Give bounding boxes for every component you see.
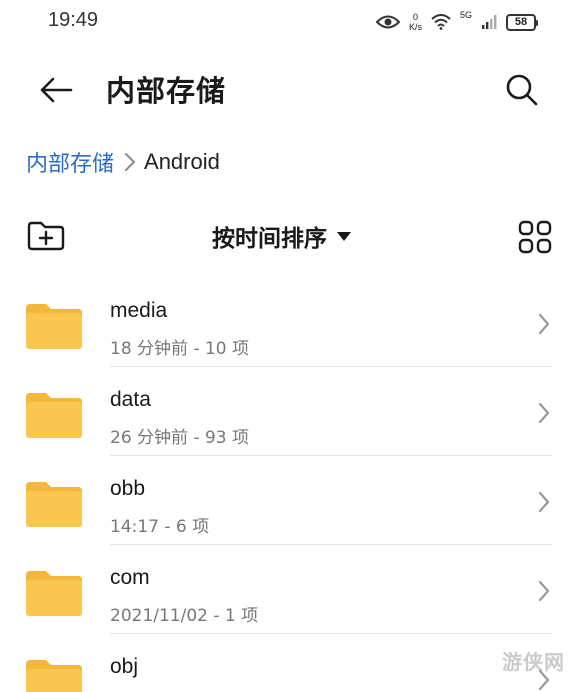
status-icons: 0 K/s 5G 58 bbox=[375, 10, 538, 34]
list-item[interactable]: media 18 分钟前 - 10 项 bbox=[0, 278, 580, 367]
folder-icon bbox=[26, 393, 82, 438]
breadcrumb-root[interactable]: 内部存储 bbox=[26, 146, 114, 178]
caret-down-icon bbox=[337, 231, 351, 241]
file-name: com bbox=[110, 566, 150, 589]
net-speed: 0 K/s bbox=[409, 12, 422, 32]
signal-icon bbox=[481, 14, 497, 30]
sort-label: 按时间排序 bbox=[212, 226, 327, 252]
file-name: media bbox=[110, 299, 168, 322]
status-bar: 19:49 0 K/s 5G 58 bbox=[0, 0, 580, 44]
grid-view-button[interactable] bbox=[518, 220, 552, 254]
battery-level: 58 bbox=[514, 16, 528, 28]
sort-dropdown[interactable]: 按时间排序 bbox=[212, 218, 351, 254]
chevron-right-icon bbox=[538, 402, 550, 424]
net-speed-value: 0 bbox=[412, 12, 418, 22]
title-bar: 内部存储 bbox=[0, 58, 580, 122]
folder-icon bbox=[26, 304, 82, 349]
eye-icon bbox=[375, 14, 400, 30]
chevron-right-icon bbox=[538, 491, 550, 513]
file-meta: 2021/11/02 - 1 项 bbox=[110, 606, 259, 626]
list-item[interactable]: obj bbox=[0, 634, 580, 692]
net-speed-unit: K/s bbox=[408, 22, 422, 32]
chevron-right-icon bbox=[538, 313, 550, 335]
grid-view-icon bbox=[518, 220, 552, 254]
search-icon bbox=[506, 74, 538, 106]
toolbar: 按时间排序 bbox=[0, 212, 580, 260]
file-name: obj bbox=[110, 655, 139, 678]
network-type: 5G bbox=[459, 10, 472, 20]
list-item[interactable]: data 26 分钟前 - 93 项 bbox=[0, 367, 580, 456]
chevron-right-icon bbox=[124, 152, 136, 172]
folder-icon bbox=[26, 571, 82, 616]
file-list: media 18 分钟前 - 10 项 data 26 分钟前 - 93 项 o… bbox=[0, 278, 580, 692]
status-time: 19:49 bbox=[48, 9, 99, 31]
list-item[interactable]: obb 14:17 - 6 项 bbox=[0, 456, 580, 545]
file-name: obb bbox=[110, 477, 146, 500]
arrow-left-icon bbox=[40, 77, 73, 103]
new-folder-button[interactable] bbox=[26, 220, 66, 252]
battery-icon: 58 bbox=[506, 13, 538, 31]
back-button[interactable] bbox=[34, 70, 78, 110]
page-title: 内部存储 bbox=[106, 74, 227, 108]
file-meta: 26 分钟前 - 93 项 bbox=[110, 428, 250, 448]
chevron-right-icon bbox=[538, 580, 550, 602]
breadcrumb-current: Android bbox=[144, 149, 220, 174]
breadcrumb: 内部存储 Android bbox=[26, 146, 220, 178]
list-item[interactable]: com 2021/11/02 - 1 项 bbox=[0, 545, 580, 634]
search-button[interactable] bbox=[500, 68, 544, 112]
folder-icon bbox=[26, 482, 82, 527]
file-meta: 18 分钟前 - 10 项 bbox=[110, 339, 250, 359]
folder-icon bbox=[26, 660, 82, 692]
wifi-icon bbox=[431, 14, 451, 30]
watermark: 游侠网 bbox=[502, 650, 565, 674]
new-folder-icon bbox=[27, 221, 65, 251]
file-name: data bbox=[110, 388, 151, 411]
file-meta: 14:17 - 6 项 bbox=[110, 517, 210, 537]
